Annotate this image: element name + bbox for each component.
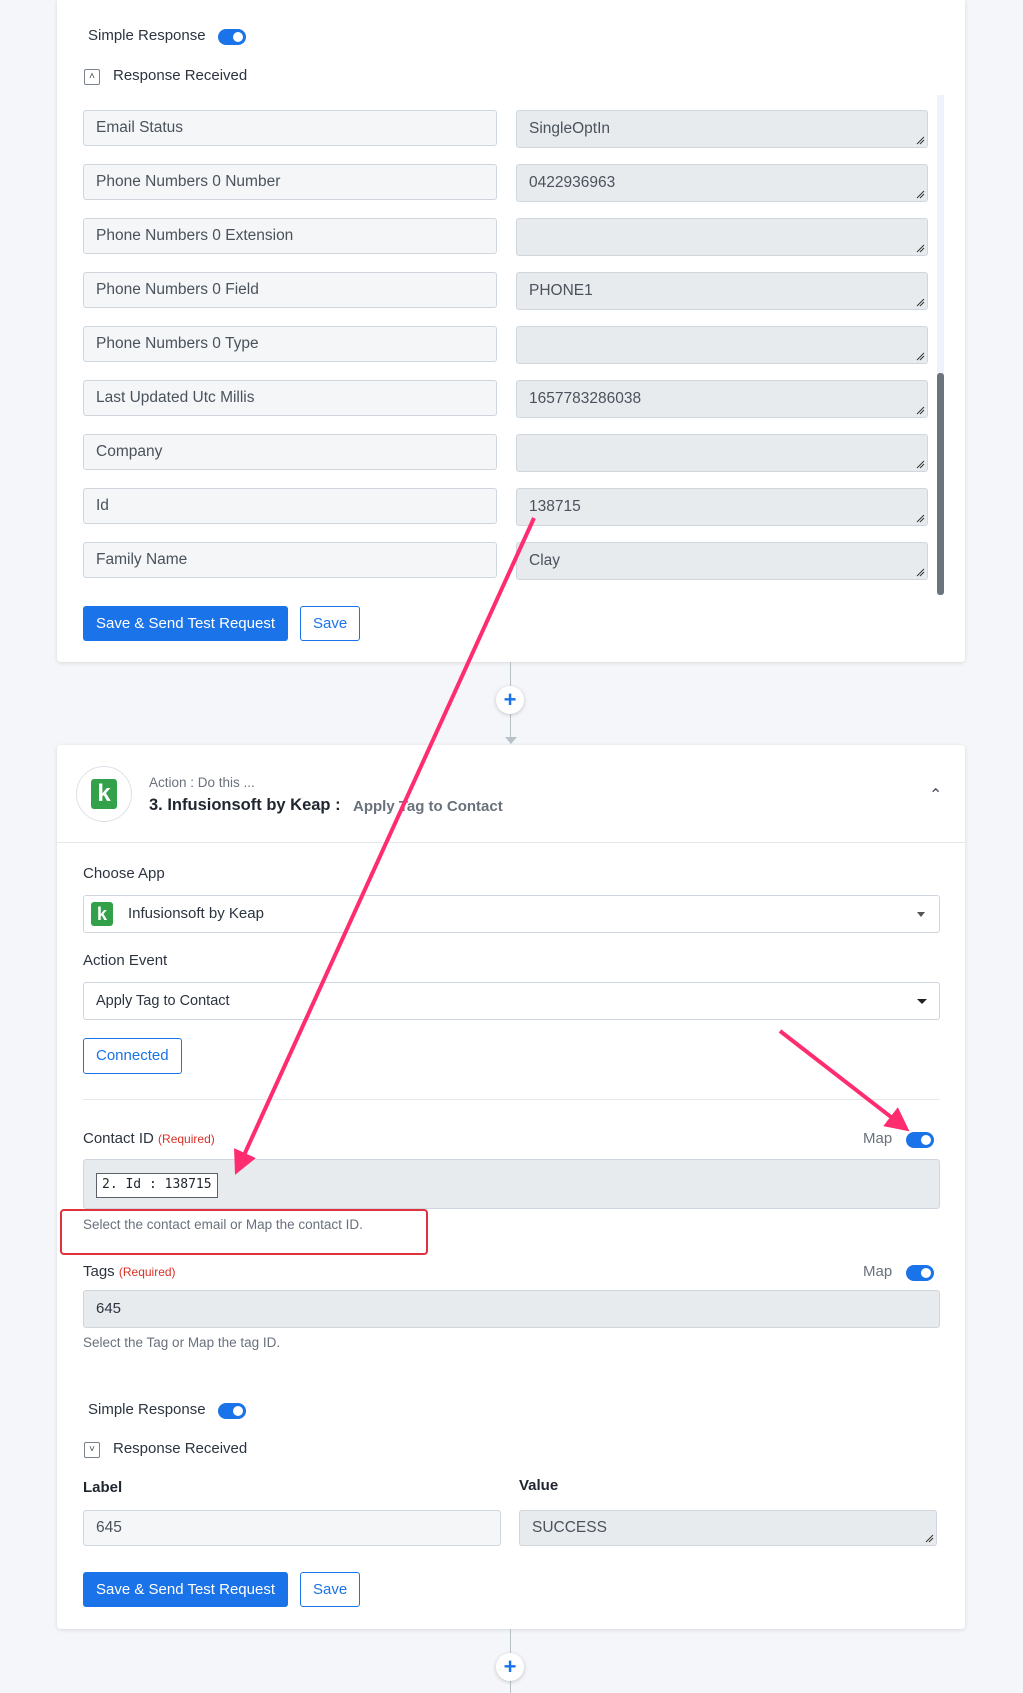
annotation-arrows — [234, 517, 910, 1175]
annotation-arrow-map — [778, 1029, 910, 1132]
annotation-arrow-id — [234, 517, 536, 1175]
